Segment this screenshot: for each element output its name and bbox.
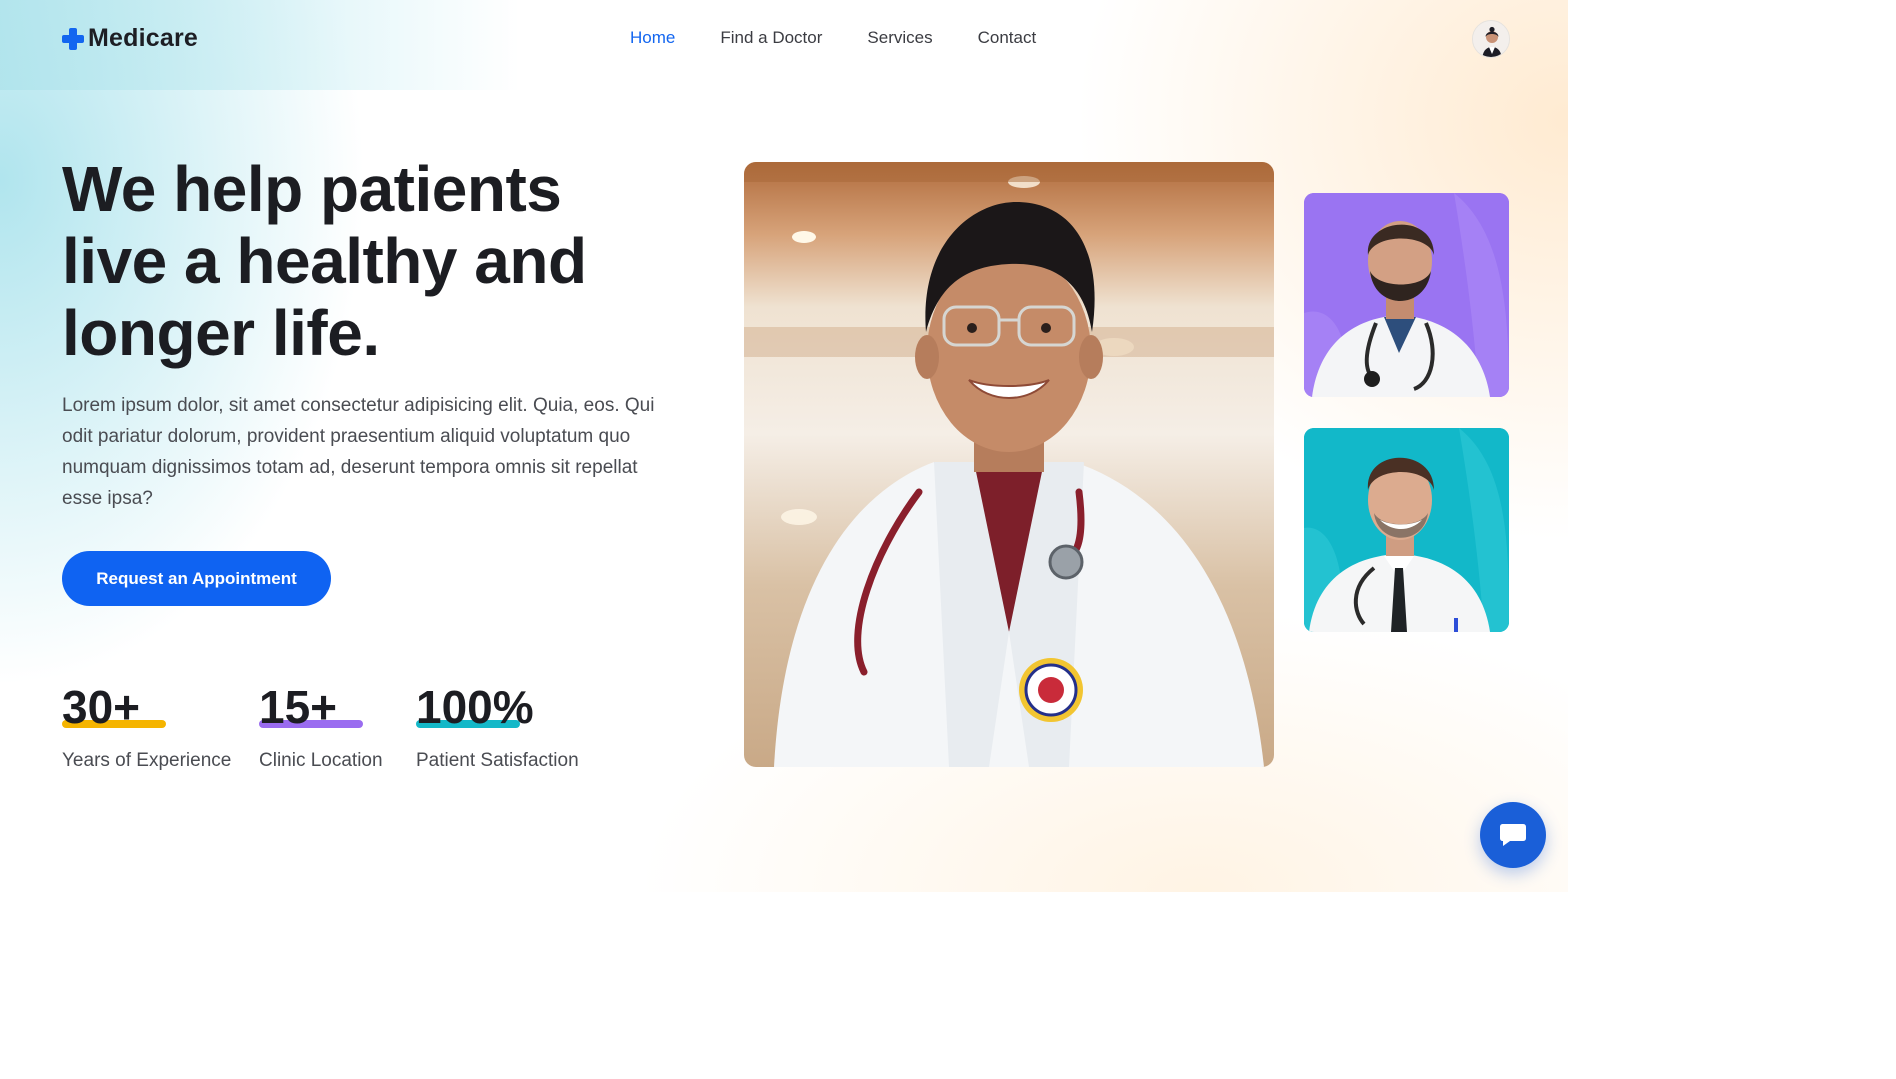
user-avatar[interactable] — [1472, 20, 1510, 58]
doctor-photo-1 — [1304, 193, 1509, 397]
user-avatar-icon — [1473, 21, 1509, 57]
chat-button[interactable] — [1480, 802, 1546, 868]
nav-services[interactable]: Services — [867, 28, 932, 48]
stat-value: 100% — [416, 681, 534, 733]
doctor-2-illustration — [1304, 428, 1509, 632]
doctor-photo-2 — [1304, 428, 1509, 632]
hero-title: We help patients live a healthy and long… — [62, 153, 702, 369]
logo[interactable]: Medicare — [62, 24, 198, 53]
chat-icon — [1500, 824, 1526, 846]
stat-value: 15+ — [259, 681, 338, 733]
doctor-1-illustration — [1304, 193, 1509, 397]
main-nav: Home Find a Doctor Services Contact — [630, 28, 1036, 48]
stat-value: 30+ — [62, 681, 141, 733]
stat-label: Clinic Location — [259, 750, 383, 771]
main-doctor-photo — [744, 162, 1274, 767]
logo-text: Medicare — [88, 24, 198, 52]
stat-label: Years of Experience — [62, 750, 232, 771]
hero-title-line-1: We help patients — [62, 153, 562, 225]
nav-home[interactable]: Home — [630, 28, 675, 48]
stat-label: Patient Satisfaction — [416, 750, 579, 771]
doctor-illustration — [744, 162, 1274, 767]
nav-contact[interactable]: Contact — [978, 28, 1037, 48]
medical-cross-icon — [62, 27, 84, 50]
landing-page: Medicare Home Find a Doctor Services Con… — [0, 0, 1568, 892]
nav-find-a-doctor[interactable]: Find a Doctor — [720, 28, 822, 48]
hero-title-line-3: longer life. — [62, 297, 380, 369]
hero-title-line-2: live a healthy and — [62, 225, 587, 297]
stat-satisfaction: 100% Patient Satisfaction — [416, 682, 579, 772]
stat-clinics: 15+ Clinic Location — [259, 682, 383, 772]
request-appointment-button[interactable]: Request an Appointment — [62, 551, 331, 606]
stat-experience: 30+ Years of Experience — [62, 682, 231, 772]
hero-description: Lorem ipsum dolor, sit amet consectetur … — [62, 395, 655, 509]
